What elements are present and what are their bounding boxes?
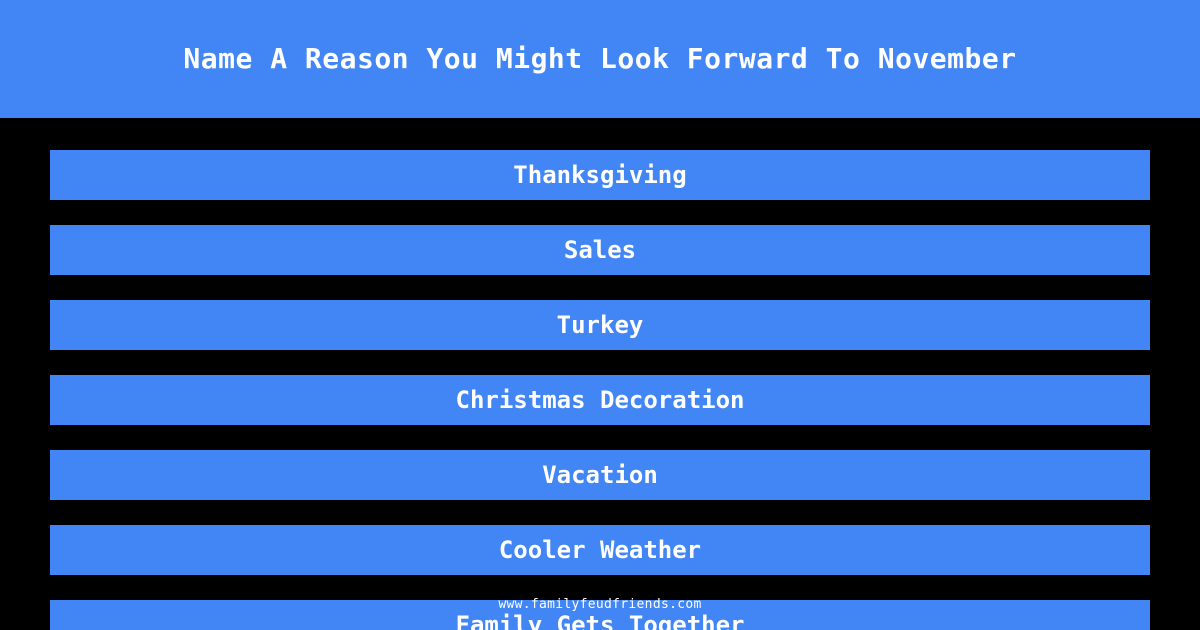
- answer-row-4[interactable]: Christmas Decoration: [50, 375, 1150, 425]
- site-watermark: www.familyfeudfriends.com: [498, 597, 702, 612]
- answer-row-6[interactable]: Cooler Weather: [50, 525, 1150, 575]
- page-title: Name A Reason You Might Look Forward To …: [183, 42, 1017, 75]
- answer-label: Family Gets Together: [455, 611, 745, 630]
- answer-row-1[interactable]: Thanksgiving: [50, 150, 1150, 200]
- answer-label: Christmas Decoration: [455, 386, 745, 414]
- answer-row-5[interactable]: Vacation: [50, 450, 1150, 500]
- answer-label: Turkey: [556, 311, 644, 339]
- answer-label: Cooler Weather: [498, 536, 702, 564]
- family-feud-answer-card: Name A Reason You Might Look Forward To …: [0, 0, 1200, 630]
- answer-label: Vacation: [542, 461, 658, 489]
- answer-row-3[interactable]: Turkey: [50, 300, 1150, 350]
- answer-label: Thanksgiving: [513, 161, 687, 189]
- answers-list: Thanksgiving Sales Turkey Christmas Deco…: [0, 118, 1200, 630]
- answer-label: Sales: [563, 236, 637, 264]
- answer-row-2[interactable]: Sales: [50, 225, 1150, 275]
- question-banner: Name A Reason You Might Look Forward To …: [0, 0, 1200, 118]
